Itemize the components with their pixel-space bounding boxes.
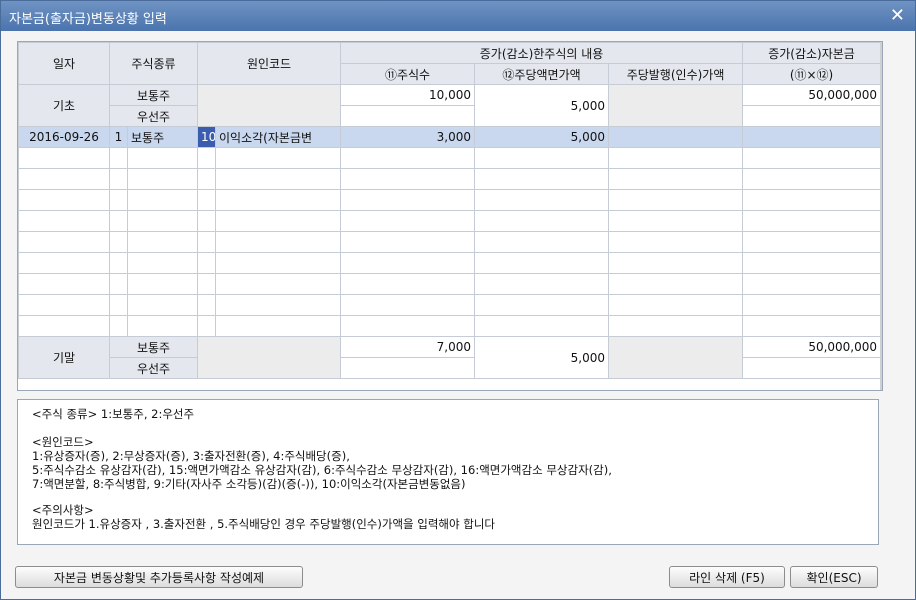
- row-type-name: 보통주: [126, 126, 199, 148]
- info-cause-line-2: 5:주식수감소 유상감자(감), 15:액면가액감소 유상감자(감), 6:주식…: [32, 463, 612, 477]
- info-cause-line-3: 7:액면분할, 8:주식병합, 9:기타(자사주 소각등)(감)(증(-)), …: [32, 477, 466, 491]
- vertical-scrollbar[interactable]: [880, 42, 882, 390]
- empty-row[interactable]: [18, 210, 882, 232]
- opening-preferred-label: 우선주: [108, 105, 199, 127]
- closing-par-value: 5,000: [474, 336, 610, 379]
- empty-row[interactable]: [18, 189, 882, 211]
- capital-change-grid: 일자 주식종류 원인코드 증가(감소)한주식의 내용 증가(감소)자본금 ⑪주식…: [17, 41, 883, 391]
- header-change-capital: 증가(감소)자본금: [742, 42, 882, 64]
- header-share-count: ⑪주식수: [340, 63, 476, 85]
- closing-cause-cell: [197, 336, 342, 379]
- closing-preferred-label: 우선주: [108, 357, 199, 379]
- grid-table: 일자 주식종류 원인코드 증가(감소)한주식의 내용 증가(감소)자본금 ⑪주식…: [18, 42, 882, 379]
- info-cause-line-1: 1:유상증자(증), 2:무상증자(증), 3:출자전환(증), 4:주식배당(…: [32, 449, 350, 463]
- closing-common-label: 보통주: [108, 336, 199, 358]
- closing-preferred-capital: [742, 357, 882, 379]
- dialog-window: 자본금(출자금)변동상황 입력 ✕ 일자 주식종류 원인코드 증가(감소)한주식…: [0, 0, 916, 600]
- row-cause-name: 이익소각(자본금변: [215, 126, 342, 148]
- empty-row[interactable]: [18, 147, 882, 169]
- empty-row[interactable]: [18, 231, 882, 253]
- opening-par-value[interactable]: 5,000: [474, 84, 610, 127]
- opening-common-capital[interactable]: 50,000,000: [742, 84, 882, 106]
- closing-issue-price: [608, 336, 744, 379]
- closing-preferred-shares: [340, 357, 476, 379]
- opening-preferred-shares[interactable]: [340, 105, 476, 127]
- close-icon[interactable]: ✕: [890, 5, 905, 26]
- header-change-detail: 증가(감소)한주식의 내용: [340, 42, 744, 64]
- info-panel: <주식 종류> 1:보통주, 2:우선주 <원인코드> 1:유상증자(증), 2…: [17, 399, 879, 545]
- empty-row[interactable]: [18, 294, 882, 316]
- info-stock-type: <주식 종류> 1:보통주, 2:우선주: [32, 407, 195, 421]
- row-capital: [742, 126, 882, 148]
- row-cause-code[interactable]: 10: [197, 126, 217, 148]
- opening-common-label: 보통주: [108, 84, 199, 106]
- info-cause-heading: <원인코드>: [32, 435, 94, 449]
- example-guide-button[interactable]: 자본금 변동상황및 추가등록사항 작성예제: [15, 566, 303, 588]
- empty-row[interactable]: [18, 315, 882, 337]
- title-bar[interactable]: 자본금(출자금)변동상황 입력 ✕: [1, 1, 915, 31]
- closing-common-shares: 7,000: [340, 336, 476, 358]
- opening-common-shares[interactable]: 10,000: [340, 84, 476, 106]
- row-par-value[interactable]: 5,000: [474, 126, 610, 148]
- closing-label: 기말: [18, 336, 110, 379]
- window-title: 자본금(출자금)변동상황 입력: [9, 12, 167, 27]
- closing-common-capital: 50,000,000: [742, 336, 882, 358]
- row-issue-price[interactable]: [608, 126, 744, 148]
- confirm-button[interactable]: 확인(ESC): [790, 566, 878, 588]
- header-issue-price: 주당발행(인수)가액: [608, 63, 744, 85]
- info-notice-text: 원인코드가 1.유상증자 , 3.출자전환 , 5.주식배당인 경우 주당발행(…: [32, 517, 495, 531]
- opening-preferred-capital[interactable]: [742, 105, 882, 127]
- table-row[interactable]: 2016-09-26 1 보통주 10 이익소각(자본금변 3,000 5,00…: [18, 126, 882, 148]
- header-capital-formula: (⑪×⑫): [742, 63, 882, 85]
- empty-row[interactable]: [18, 168, 882, 190]
- opening-issue-price: [608, 84, 744, 127]
- header-stock-type: 주식종류: [108, 42, 199, 85]
- row-date[interactable]: 2016-09-26: [18, 126, 110, 148]
- empty-row[interactable]: [18, 252, 882, 274]
- info-notice-heading: <주의사항>: [32, 503, 94, 517]
- empty-row[interactable]: [18, 273, 882, 295]
- opening-label: 기초: [18, 84, 110, 127]
- row-type-code[interactable]: 1: [109, 126, 128, 148]
- row-shares[interactable]: 3,000: [340, 126, 476, 148]
- header-par-value: ⑫주당액면가액: [474, 63, 610, 85]
- opening-cause-cell: [197, 84, 342, 127]
- header-cause-code: 원인코드: [197, 42, 342, 85]
- header-date: 일자: [18, 42, 110, 85]
- delete-line-button[interactable]: 라인 삭제 (F5): [669, 566, 785, 588]
